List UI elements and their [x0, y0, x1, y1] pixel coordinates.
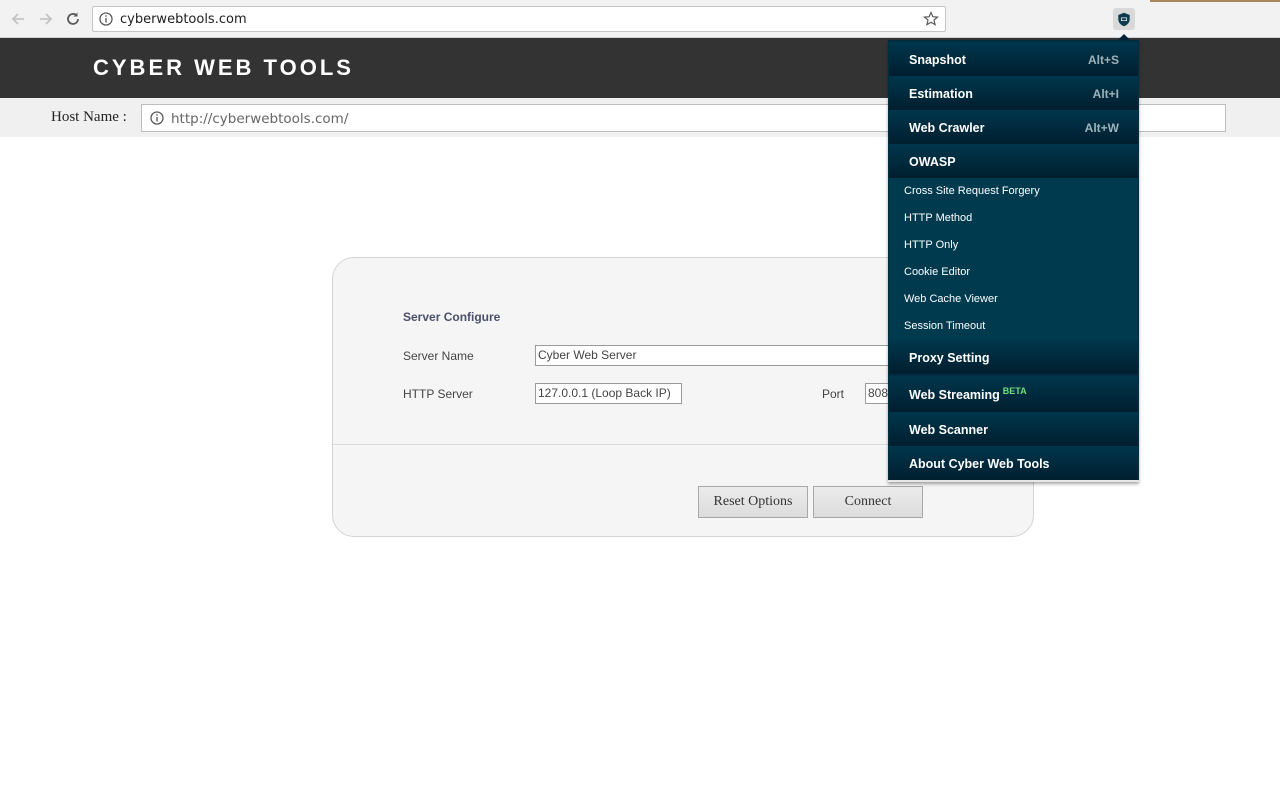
server-name-field[interactable]: Cyber Web Server [535, 345, 935, 366]
http-server-label: HTTP Server [403, 387, 473, 401]
site-title: CYBER WEB TOOLS [93, 55, 354, 80]
port-label: Port [822, 387, 845, 401]
menu-item-snapshot[interactable]: Snapshot Alt+S [889, 42, 1138, 76]
menu-item-label: Web Scanner [909, 423, 988, 437]
beta-badge: BETA [1002, 386, 1027, 396]
star-icon[interactable] [923, 11, 939, 27]
menu-item-shortcut: Alt+W [1084, 121, 1119, 135]
menu-item-label: Web Streaming [909, 388, 1000, 402]
toolbar-accent [1150, 0, 1280, 2]
address-url: cyberwebtools.com [120, 12, 247, 27]
browser-toolbar: cyberwebtools.com [0, 0, 1280, 38]
shield-icon [1118, 12, 1130, 26]
menu-item-label: Snapshot [909, 53, 966, 67]
menu-item-label: OWASP [909, 155, 956, 169]
reset-options-button[interactable]: Reset Options [698, 486, 808, 518]
submenu-item-cookie-editor[interactable]: Cookie Editor [904, 266, 970, 278]
menu-item-label: About Cyber Web Tools [909, 457, 1050, 471]
menu-item-web-streaming[interactable]: Web Streaming BETA [889, 376, 1138, 412]
menu-item-web-scanner[interactable]: Web Scanner [889, 412, 1138, 446]
menu-item-about[interactable]: About Cyber Web Tools [889, 446, 1138, 480]
host-name-label: Host Name : [51, 109, 127, 125]
extension-button[interactable] [1113, 8, 1135, 30]
submenu-item-session-timeout[interactable]: Session Timeout [904, 320, 985, 332]
server-name-label: Server Name [403, 349, 474, 363]
submenu-item-web-cache-viewer[interactable]: Web Cache Viewer [904, 293, 998, 305]
menu-caret [1118, 34, 1130, 40]
http-server-field[interactable]: 127.0.0.1 (Loop Back IP) [535, 383, 682, 404]
connect-button[interactable]: Connect [813, 486, 923, 518]
menu-item-shortcut: Alt+I [1092, 87, 1119, 101]
menu-item-estimation[interactable]: Estimation Alt+I [889, 76, 1138, 110]
menu-item-label: Web Crawler [909, 121, 985, 135]
panel-title: Server Configure [403, 310, 501, 324]
back-arrow-icon[interactable] [8, 9, 28, 29]
submenu-item-csrf[interactable]: Cross Site Request Forgery [904, 185, 1040, 197]
reload-icon[interactable] [63, 9, 83, 29]
menu-item-owasp[interactable]: OWASP [889, 144, 1138, 178]
info-icon [150, 111, 164, 125]
menu-item-label: Estimation [909, 87, 973, 101]
menu-item-proxy-setting[interactable]: Proxy Setting [889, 340, 1138, 374]
address-bar[interactable]: cyberwebtools.com [92, 6, 946, 32]
extension-menu: Snapshot Alt+S Estimation Alt+I Web Craw… [888, 34, 1139, 482]
menu-item-label: Proxy Setting [909, 351, 990, 365]
menu-item-shortcut: Alt+S [1087, 53, 1119, 67]
forward-arrow-icon[interactable] [36, 9, 56, 29]
host-url-value: http://cyberwebtools.com/ [171, 111, 349, 127]
info-icon[interactable] [99, 12, 113, 26]
submenu-item-http-only[interactable]: HTTP Only [904, 239, 958, 251]
submenu-item-http-method[interactable]: HTTP Method [904, 212, 972, 224]
menu-item-web-crawler[interactable]: Web Crawler Alt+W [889, 110, 1138, 144]
owasp-submenu: Cross Site Request Forgery HTTP Method H… [889, 178, 1138, 340]
